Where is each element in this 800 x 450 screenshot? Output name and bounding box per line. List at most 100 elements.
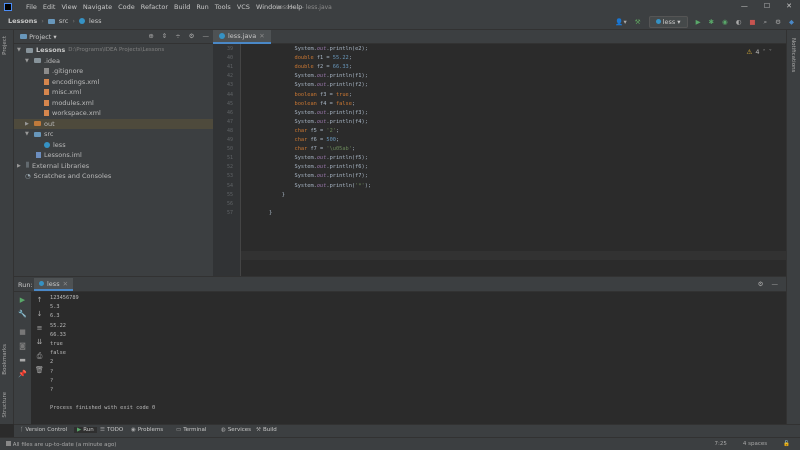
code-token: out <box>316 155 327 162</box>
settings-gear-icon[interactable]: ⚙ <box>775 18 781 26</box>
bottom-tab-build[interactable]: ⚒ Build <box>256 427 277 433</box>
scratches-label: Scratches and Consoles <box>33 172 112 181</box>
code-token: f4 = <box>320 100 336 107</box>
tree-item-encodings[interactable]: encodings.xml <box>44 77 99 88</box>
menu-bar: File Edit View Navigate Code Refactor Build Run… <box>0 0 800 14</box>
bottom-tab-terminal[interactable]: ▭ Terminal <box>176 427 206 433</box>
breadcrumb-separator: › <box>72 17 75 25</box>
maximize-button[interactable]: ☐ <box>764 2 770 10</box>
menu-item-edit[interactable]: Edit <box>43 3 56 11</box>
bottom-tab-run[interactable]: ▶ Run <box>74 427 97 433</box>
stop-icon[interactable]: ■ <box>17 328 28 337</box>
lock-icon[interactable]: 🔓 <box>783 441 790 447</box>
indent-setting[interactable]: 4 spaces <box>743 441 767 447</box>
chevron-down-icon[interactable]: ˅ <box>769 48 772 56</box>
tree-item-external-libraries[interactable]: ▶ ⫼ External Libraries <box>17 161 89 172</box>
tree-item-out[interactable]: ▶ out <box>14 118 213 129</box>
xml-file-icon <box>44 99 49 106</box>
breadcrumb-file[interactable]: less <box>89 17 102 25</box>
close-tab-icon[interactable]: ✕ <box>63 280 68 288</box>
stop-icon[interactable]: ■ <box>749 18 755 26</box>
code-token: ; <box>348 91 352 98</box>
project-panel-header: Project ▾ ⊕ ⇕ ÷ ⚙ — <box>14 30 213 44</box>
bookmarks-tool-tab[interactable]: Bookmarks <box>2 344 8 375</box>
scroll-to-end-icon[interactable]: ⇊ <box>34 338 45 347</box>
search-icon[interactable]: ⌕ <box>764 18 768 27</box>
collapse-all-icon[interactable]: ⇕ <box>162 32 167 40</box>
tree-item-scratches[interactable]: ◔ Scratches and Consoles <box>25 171 111 182</box>
tree-item-modules[interactable]: modules.xml <box>44 98 94 109</box>
run-tab-less[interactable]: less ✕ <box>34 278 74 291</box>
tree-item-gitignore[interactable]: .gitignore <box>44 66 83 77</box>
out-folder-label: out <box>44 119 55 128</box>
menu-item-run[interactable]: Run <box>196 3 208 11</box>
menu-item-tools[interactable]: Tools <box>215 3 231 11</box>
file-label: misc.xml <box>52 88 82 97</box>
close-tab-icon[interactable]: ✕ <box>259 32 264 40</box>
menu-item-code[interactable]: Code <box>118 3 135 11</box>
menu-item-vcs[interactable]: VCS <box>237 3 250 11</box>
minimize-button[interactable]: — <box>741 2 748 10</box>
libraries-icon: ⫼ <box>26 161 29 170</box>
close-button[interactable]: ✕ <box>786 2 792 10</box>
code-token: double <box>294 55 317 62</box>
arrow-up-icon[interactable]: ↑ <box>34 296 45 305</box>
settings-gear-icon[interactable]: ⚙ <box>189 32 195 40</box>
hide-panel-icon[interactable]: — <box>203 32 210 40</box>
breadcrumb-project[interactable]: Lessons <box>8 17 37 25</box>
chevron-up-icon[interactable]: ˄ <box>763 48 766 56</box>
tree-item-root[interactable]: ▼ Lessons D:\Programs\IDEA Projects\Less… <box>17 45 164 56</box>
soft-wrap-icon[interactable]: ≡ <box>34 324 45 333</box>
tree-item-misc[interactable]: misc.xml <box>44 87 81 98</box>
tab-less-java[interactable]: less.java ✕ <box>213 30 271 44</box>
project-view-select[interactable]: Project ▾ <box>20 33 57 41</box>
bottom-tab-version-control[interactable]: ᚴ Version Control <box>20 427 67 433</box>
expand-all-icon[interactable]: ÷ <box>175 32 180 40</box>
line-number: 53 <box>226 173 233 180</box>
menu-item-navigate[interactable]: Navigate <box>83 3 112 11</box>
rerun-icon[interactable]: ▶ <box>17 296 28 305</box>
tree-item-less[interactable]: less <box>44 140 66 151</box>
menu-item-view[interactable]: View <box>61 3 76 11</box>
bottom-tab-services[interactable]: ◍ Services <box>221 427 251 433</box>
pin-icon[interactable]: 📌 <box>17 370 28 379</box>
tree-item-iml[interactable]: Lessons.iml <box>36 150 82 161</box>
tree-item-idea[interactable]: ▼ .idea <box>25 56 60 67</box>
hide-panel-icon[interactable]: — <box>772 280 779 288</box>
root-path: D:\Programs\IDEA Projects\Lessons <box>68 47 165 54</box>
settings-gear-icon[interactable]: ⚙ <box>758 280 764 288</box>
window-title: Lessons - less.java <box>276 4 332 11</box>
bottom-tab-problems[interactable]: ◉ Problems <box>131 427 163 433</box>
print-icon[interactable]: ⎙ <box>34 352 45 361</box>
tree-item-workspace[interactable]: workspace.xml <box>44 108 101 119</box>
bottom-tab-todo[interactable]: ☰ TODO <box>100 427 123 433</box>
xml-file-icon <box>44 110 49 117</box>
build-hammer-icon[interactable]: ⚒ <box>635 18 641 26</box>
menu-item-refactor[interactable]: Refactor <box>141 3 168 11</box>
menu-item-file[interactable]: File <box>26 3 37 11</box>
camera-icon[interactable]: ◙ <box>17 342 28 351</box>
run-icon[interactable]: ▶ <box>696 18 701 26</box>
profile-icon[interactable]: ◐ <box>736 18 742 26</box>
project-tool-tab[interactable]: Project <box>2 36 8 55</box>
notifications-tool-tab[interactable]: Notifications <box>790 38 796 72</box>
clear-all-icon[interactable]: 🗑 <box>34 366 45 375</box>
caret-position[interactable]: 7:25 <box>715 441 727 447</box>
run-configuration-select[interactable]: less ▾ <box>648 16 688 28</box>
line-number: 48 <box>226 127 233 134</box>
tree-item-src[interactable]: ▼ src <box>25 129 54 140</box>
debug-icon[interactable]: ✱ <box>709 18 714 26</box>
arrow-down-icon[interactable]: ↓ <box>34 310 45 319</box>
breadcrumb-src[interactable]: src <box>59 17 69 25</box>
jetbrains-toolbox-icon[interactable]: ◆ <box>789 18 794 26</box>
structure-tool-tab[interactable]: Structure <box>2 392 8 418</box>
modify-run-config-icon[interactable]: 🔧 <box>17 310 28 319</box>
inspection-widget[interactable]: ⚠ 4 ˄ ˅ <box>747 48 772 56</box>
menu-item-build[interactable]: Build <box>174 3 190 11</box>
user-icon[interactable]: 👤▾ <box>615 18 626 26</box>
locate-file-icon[interactable]: ⊕ <box>148 32 153 40</box>
layout-icon[interactable]: ▬ <box>17 356 28 365</box>
code-token: System. <box>294 173 317 180</box>
coverage-icon[interactable]: ◉ <box>722 18 728 26</box>
